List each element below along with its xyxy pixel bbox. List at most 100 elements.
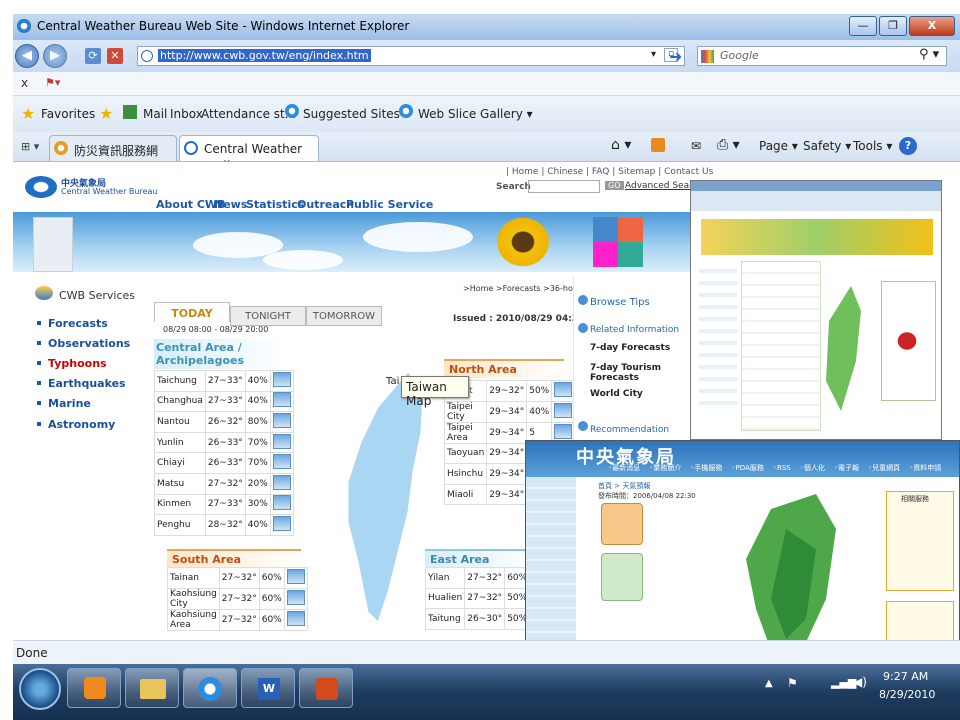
tools-menu[interactable]: Tools ▾	[853, 139, 892, 153]
search-icon[interactable]: ⚲ ▾	[919, 47, 939, 62]
tab-tonight[interactable]: TONIGHT	[230, 306, 306, 326]
taskbar-ie-button[interactable]	[183, 668, 237, 708]
browse-tips-link[interactable]: Browse Tips	[590, 297, 650, 308]
service-marine[interactable]: Marine	[48, 397, 91, 410]
close-menu-x[interactable]: x	[21, 76, 28, 90]
related-world-city[interactable]: World City	[590, 389, 643, 399]
weather-icon[interactable]	[272, 433, 291, 449]
tab-cwb[interactable]: Central Weather ... x	[179, 135, 319, 170]
star-icon: ★	[21, 104, 36, 123]
temp-cell: 26~30°	[464, 608, 506, 630]
address-url[interactable]: http://www.cwb.gov.tw/eng/index.htm	[158, 49, 371, 62]
site-search-input[interactable]	[528, 180, 600, 193]
home-icon[interactable]: ⌂ ▾	[611, 137, 631, 153]
overlay2-menu-item: ◦兒童網頁	[868, 464, 901, 472]
nav-news[interactable]: News	[214, 198, 247, 211]
weather-icon[interactable]	[554, 402, 573, 418]
taskbar-powerpoint-button[interactable]	[299, 668, 353, 708]
weather-icon[interactable]	[272, 371, 291, 387]
weather-icon[interactable]	[554, 381, 573, 397]
go-arrow-icon[interactable]: ➜	[669, 47, 682, 66]
fav-inbox[interactable]: Inbox	[170, 107, 203, 121]
search-input[interactable]: Google	[697, 46, 947, 66]
powerpoint-icon	[316, 678, 338, 700]
temp-cell: 29~32°	[486, 380, 528, 402]
fav-web-slice[interactable]: Web Slice Gallery ▾	[418, 107, 533, 121]
weather-icon[interactable]	[286, 568, 305, 584]
mail-read-icon[interactable]: ✉	[691, 139, 701, 153]
overlay2-box: 相關服務	[886, 491, 954, 591]
print-icon[interactable]: ⎙ ▾	[717, 137, 740, 153]
flag-icon[interactable]: ⚑	[787, 676, 798, 690]
taskbar-word-button[interactable]: W	[241, 668, 295, 708]
help-icon[interactable]: ?	[899, 137, 917, 155]
stop-icon[interactable]: ✕	[107, 48, 123, 64]
forward-button[interactable]: ▶	[43, 44, 67, 68]
related-tourism[interactable]: 7-day Tourism Forecasts	[590, 363, 670, 383]
weather-icon[interactable]	[272, 515, 291, 531]
weather-cell	[283, 567, 308, 589]
fav-attendance[interactable]: Attendance st...	[201, 107, 296, 121]
tab-tomorrow[interactable]: TOMORROW	[306, 306, 382, 326]
start-button[interactable]	[19, 668, 61, 710]
address-bar[interactable]: http://www.cwb.gov.tw/eng/index.htm ▾ ▫	[137, 46, 685, 66]
ie-icon	[285, 104, 299, 118]
weather-cell	[269, 390, 294, 413]
rain-cell: 60%	[258, 587, 285, 610]
page-menu[interactable]: Page ▾	[759, 139, 798, 153]
city-cell: Hsinchu	[443, 463, 488, 485]
go-button[interactable]: GO	[605, 181, 624, 190]
feeds-icon[interactable]	[651, 138, 665, 152]
minimize-button[interactable]: —	[849, 16, 877, 36]
service-earthquakes[interactable]: Earthquakes	[48, 377, 126, 390]
clock-time[interactable]: 9:27 AM	[883, 670, 928, 683]
tab-disaster-info[interactable]: 防災資訊服務網	[49, 135, 177, 161]
overlay1-red-image	[891, 326, 923, 356]
table-row: Taichung 27~33° 40%	[154, 370, 294, 392]
city-cell: Taitung	[424, 608, 466, 630]
nav-statistics[interactable]: Statistics	[246, 198, 304, 211]
rain-cell: 60%	[258, 567, 285, 589]
service-typhoons[interactable]: Typhoons	[48, 357, 107, 370]
weather-icon[interactable]	[272, 412, 291, 428]
quick-tabs-icon[interactable]: ⊞ ▾	[21, 140, 39, 153]
weather-icon[interactable]	[286, 610, 305, 626]
nav-public-service[interactable]: Public Service	[346, 198, 433, 211]
taskbar-explorer-button[interactable]	[125, 668, 179, 708]
bullet	[37, 361, 41, 365]
maximize-button[interactable]: ❐	[879, 16, 907, 36]
translate-icon[interactable]: ⚑▾	[45, 76, 60, 89]
service-astronomy[interactable]: Astronomy	[48, 418, 115, 431]
weather-icon[interactable]	[272, 495, 291, 511]
weather-icon[interactable]	[272, 454, 291, 470]
weather-icon[interactable]	[554, 423, 573, 439]
back-button[interactable]: ◀	[15, 44, 39, 68]
fav-suggested-sites[interactable]: Suggested Sites ▾	[303, 107, 410, 121]
top-links[interactable]: | Home | Chinese | FAQ | Sitemap | Conta…	[506, 167, 713, 177]
fav-mail[interactable]: Mail	[143, 107, 167, 121]
taskbar-media-button[interactable]	[67, 668, 121, 708]
city-cell: Kaohsiung City	[167, 587, 220, 610]
overlay2-crumb: 首頁 > 天氣預報	[598, 482, 651, 490]
volume-icon[interactable]: ◀)	[853, 675, 867, 689]
weather-icon[interactable]	[272, 392, 291, 408]
add-favorite-icon[interactable]: ★	[99, 104, 113, 123]
table-row: Changhua 27~33° 40%	[154, 390, 294, 413]
service-forecasts[interactable]: Forecasts	[48, 317, 108, 330]
service-observations[interactable]: Observations	[48, 337, 130, 350]
safety-menu[interactable]: Safety ▾	[803, 139, 851, 153]
refresh-icon[interactable]: ⟳	[85, 48, 101, 64]
address-dropdown-icon[interactable]: ▾	[651, 49, 656, 60]
weather-icon[interactable]	[272, 474, 291, 490]
related-7day[interactable]: 7-day Forecasts	[590, 343, 670, 353]
tab-today[interactable]: TODAY	[154, 302, 230, 322]
clock-date[interactable]: 8/29/2010	[879, 688, 935, 701]
city-cell: Taipei Area	[443, 421, 488, 444]
tray-arrow-icon[interactable]: ▲	[765, 678, 773, 689]
table-row: Kinmen 27~33° 30%	[154, 493, 294, 516]
favorites-button[interactable]: Favorites	[41, 107, 95, 121]
breadcrumb[interactable]: >Home >Forecasts >36-hour	[463, 284, 581, 293]
temp-cell: 29~34°	[486, 400, 528, 423]
weather-icon[interactable]	[286, 589, 305, 605]
close-button[interactable]: X	[909, 16, 955, 36]
